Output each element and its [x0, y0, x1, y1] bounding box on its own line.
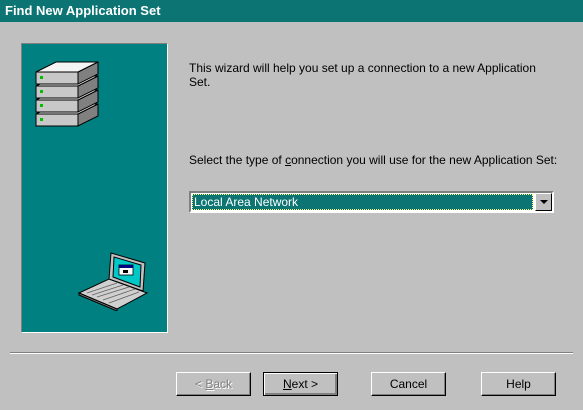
connection-type-select[interactable]: Local Area Network — [189, 191, 554, 213]
server-stack-icon — [35, 61, 99, 127]
next-button[interactable]: Next > — [263, 372, 338, 396]
button-separator — [10, 352, 573, 354]
connection-type-label: Select the type of connection you will u… — [189, 153, 558, 167]
connection-type-value: Local Area Network — [192, 194, 533, 210]
cancel-button[interactable]: Cancel — [371, 372, 446, 396]
intro-text: This wizard will help you set up a conne… — [189, 61, 536, 89]
back-button[interactable]: < Back — [176, 372, 251, 396]
dropdown-arrow-icon — [540, 200, 548, 204]
dropdown-button[interactable] — [535, 193, 552, 211]
help-button[interactable]: Help — [481, 372, 556, 396]
window-title: Find New Application Set — [0, 0, 583, 22]
wizard-art-panel — [21, 43, 168, 333]
laptop-icon — [77, 252, 149, 311]
